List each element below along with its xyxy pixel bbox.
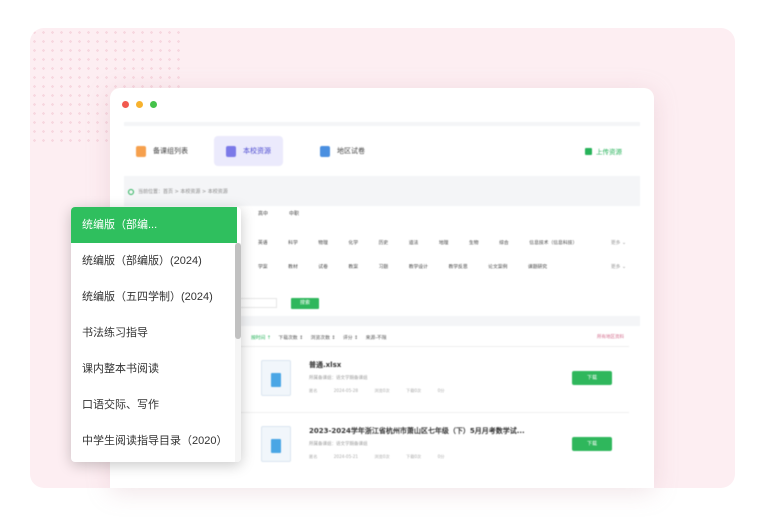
tab-label: 地区试卷 — [337, 147, 365, 155]
download-button[interactable]: 下载 — [572, 371, 612, 385]
breadcrumb: 当前位置：首页 > 本校资源 > 本校资源 — [128, 188, 228, 195]
type-row: 学案 教材 试卷 教案 习题 教学设计 教学反思 论文案例 课题研究 — [258, 263, 566, 270]
dropdown-option[interactable]: 口语交际、写作 — [71, 387, 237, 423]
sort-by-downloads[interactable]: 下载次数 ↕ — [278, 336, 303, 341]
meta-downloads: 下载0次 — [406, 388, 422, 393]
meta-views: 浏览0次 — [374, 388, 390, 393]
dropdown-option[interactable]: 统编版（部编... — [71, 207, 237, 243]
level-high-school[interactable]: 高中 — [258, 210, 268, 217]
more-subjects-link[interactable]: 更多 ⌄ — [611, 239, 626, 246]
upload-icon — [585, 147, 592, 155]
meta-author: 匿名 — [309, 388, 318, 393]
subject-option[interactable]: 生物 — [469, 239, 479, 246]
dropdown-option[interactable]: 课内整本书阅读 — [71, 351, 237, 387]
sort-bar: 排序： 按时间 ↑ 下载次数 ↕ 浏览次数 ↕ 评分 ↕ 来源-不限 — [229, 334, 393, 341]
type-option[interactable]: 论文案例 — [488, 263, 507, 270]
file-icon — [261, 426, 291, 462]
file-icon — [261, 360, 291, 396]
subject-option[interactable]: 地理 — [439, 239, 449, 246]
meta-score: 0分 — [437, 454, 445, 459]
type-option[interactable]: 课题研究 — [528, 263, 547, 270]
tab-regional-papers[interactable]: 地区试卷 — [320, 136, 365, 166]
title-bar — [110, 88, 654, 120]
type-option[interactable]: 教案 — [348, 263, 358, 270]
item-title[interactable]: 普通.xlsx — [309, 360, 341, 370]
item-meta: 匿名 2024-05-28 浏览0次 下载0次 0分 — [309, 388, 459, 394]
subject-option[interactable]: 英语 — [258, 239, 268, 246]
divider — [229, 412, 629, 413]
scrollbar-thumb[interactable] — [235, 243, 241, 339]
dropdown-option[interactable]: 中学生阅读指导目录（2020） — [71, 423, 237, 459]
document-icon — [226, 145, 236, 157]
item-title[interactable]: 2023-2024学年浙江省杭州市萧山区七年级（下）5月月考数学试... — [309, 426, 525, 436]
word-icon — [271, 439, 281, 453]
subject-option[interactable]: 历史 — [379, 239, 389, 246]
maximize-dot-icon[interactable] — [150, 101, 157, 108]
search-button[interactable]: 搜索 — [291, 298, 319, 309]
subject-option[interactable]: 物理 — [318, 239, 328, 246]
subject-option[interactable]: 化学 — [348, 239, 358, 246]
type-option[interactable]: 教学反思 — [448, 263, 467, 270]
subject-option[interactable]: 综合 — [499, 239, 509, 246]
type-option[interactable]: 教材 — [288, 263, 298, 270]
paper-icon — [320, 145, 330, 157]
all-regions-link[interactable]: 所有地区资料 — [597, 334, 624, 340]
more-types-link[interactable]: 更多 ⌄ — [611, 263, 626, 270]
divider — [229, 346, 629, 347]
tab-bar: 备课组列表 本校资源 地区试卷 上传资源 — [124, 126, 640, 176]
level-vocational[interactable]: 中职 — [289, 210, 299, 217]
excel-icon — [271, 373, 281, 387]
stage: 备课组列表 本校资源 地区试卷 上传资源 当前位置：首页 > 本校资源 > 本校… — [0, 0, 765, 521]
source-filter[interactable]: 来源-不限 — [366, 336, 387, 341]
meta-score: 0分 — [437, 388, 445, 393]
location-icon — [128, 188, 134, 195]
more-label: 更多 — [610, 241, 621, 246]
edition-dropdown: 统编版（部编... 统编版（部编版）(2024) 统编版（五四学制）(2024)… — [71, 207, 241, 462]
tab-label: 本校资源 — [243, 147, 271, 155]
minimize-dot-icon[interactable] — [136, 101, 143, 108]
tab-school-resources[interactable]: 本校资源 — [214, 136, 283, 166]
item-group: 所属备课组：语文学期备课组 — [309, 442, 368, 447]
sort-by-time[interactable]: 按时间 ↑ — [251, 336, 271, 341]
type-option[interactable]: 教学设计 — [409, 263, 428, 270]
tab-label: 备课组列表 — [153, 147, 188, 155]
subject-option[interactable]: 道法 — [409, 239, 419, 246]
breadcrumb-text: 当前位置：首页 > 本校资源 > 本校资源 — [138, 189, 228, 195]
dropdown-option[interactable]: 统编版（五四学制）(2024) — [71, 279, 237, 315]
meta-date: 2024-05-21 — [333, 454, 359, 459]
download-button[interactable]: 下载 — [572, 437, 612, 451]
more-label: 更多 — [610, 265, 621, 270]
meta-downloads: 下载0次 — [406, 454, 422, 459]
meta-views: 浏览0次 — [374, 454, 390, 459]
item-group: 所属备课组：语文学期备课组 — [309, 376, 368, 381]
upload-button[interactable]: 上传资源 — [585, 146, 622, 156]
type-option[interactable]: 学案 — [258, 263, 268, 270]
subject-row: 英语 科学 物理 化学 历史 道法 地理 生物 综合 信息技术（信息科技） — [258, 239, 596, 246]
meta-date: 2024-05-28 — [333, 388, 359, 393]
subject-option[interactable]: 科学 — [288, 239, 298, 246]
item-meta: 匿名 2024-05-21 浏览0次 下载0次 0分 — [309, 454, 459, 460]
meta-author: 匿名 — [309, 454, 318, 459]
close-dot-icon[interactable] — [122, 101, 129, 108]
dropdown-option[interactable]: 书法练习指导 — [71, 315, 237, 351]
tab-group-list[interactable]: 备课组列表 — [136, 136, 188, 166]
sort-by-views[interactable]: 浏览次数 ↕ — [311, 336, 336, 341]
type-option[interactable]: 试卷 — [318, 263, 328, 270]
dropdown-option[interactable]: 统编版（部编版）(2024) — [71, 243, 237, 279]
type-option[interactable]: 习题 — [379, 263, 389, 270]
list-item: 普通.xlsx 所属备课组：语文学期备课组 匿名 2024-05-28 浏览0次… — [229, 348, 629, 410]
list-item: 2023-2024学年浙江省杭州市萧山区七年级（下）5月月考数学试... 所属备… — [229, 414, 629, 476]
folder-icon — [136, 145, 146, 157]
subject-option[interactable]: 信息技术（信息科技） — [529, 239, 577, 246]
sort-by-rating[interactable]: 评分 ↕ — [343, 336, 358, 341]
upload-label: 上传资源 — [596, 148, 622, 156]
